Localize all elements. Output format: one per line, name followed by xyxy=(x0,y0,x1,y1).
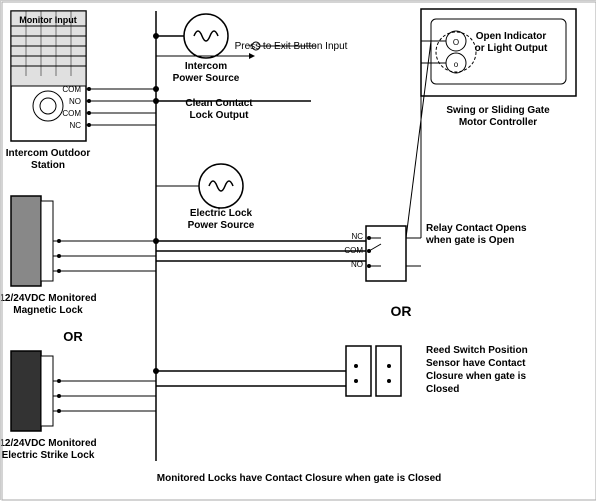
svg-text:Intercom Outdoor: Intercom Outdoor xyxy=(6,148,91,159)
svg-text:Relay Contact Opens: Relay Contact Opens xyxy=(426,223,527,234)
svg-text:Closure when gate is: Closure when gate is xyxy=(426,371,526,382)
svg-text:Magnetic Lock: Magnetic Lock xyxy=(13,305,83,316)
svg-text:Monitored Locks have Contact C: Monitored Locks have Contact Closure whe… xyxy=(157,473,442,484)
svg-text:Electric Lock: Electric Lock xyxy=(190,208,253,219)
svg-text:Intercom: Intercom xyxy=(185,61,227,72)
svg-text:OR: OR xyxy=(63,329,83,344)
svg-text:COM: COM xyxy=(62,109,81,118)
svg-text:NO: NO xyxy=(69,97,81,106)
svg-text:Lock Output: Lock Output xyxy=(190,110,250,121)
wiring-diagram: Monitor Input COM NO COM NC Intercom Out… xyxy=(0,0,596,500)
svg-text:Motor Controller: Motor Controller xyxy=(459,117,537,128)
svg-text:12/24VDC Monitored: 12/24VDC Monitored xyxy=(1,438,97,449)
svg-text:Closed: Closed xyxy=(426,384,459,395)
svg-text:OR: OR xyxy=(391,303,412,319)
svg-text:NC: NC xyxy=(69,121,81,130)
svg-text:Open Indicator: Open Indicator xyxy=(476,31,547,42)
svg-text:Reed Switch Position: Reed Switch Position xyxy=(426,345,528,356)
svg-text:Clean Contact: Clean Contact xyxy=(185,98,253,109)
svg-text:Station: Station xyxy=(31,160,65,171)
svg-text:COM: COM xyxy=(62,85,81,94)
svg-text:Power Source: Power Source xyxy=(188,220,255,231)
svg-text:Power Source: Power Source xyxy=(173,73,240,84)
svg-text:when gate is Open: when gate is Open xyxy=(425,235,514,246)
svg-text:or Light Output: or Light Output xyxy=(475,43,548,54)
svg-text:NC: NC xyxy=(351,232,363,241)
svg-text:o: o xyxy=(454,60,459,69)
svg-text:Swing or Sliding Gate: Swing or Sliding Gate xyxy=(446,105,550,116)
svg-text:Electric Strike Lock: Electric Strike Lock xyxy=(2,450,95,461)
svg-text:Monitor Input: Monitor Input xyxy=(19,15,76,25)
svg-text:12/24VDC Monitored: 12/24VDC Monitored xyxy=(1,293,97,304)
svg-text:O: O xyxy=(453,38,459,47)
svg-text:Sensor have Contact: Sensor have Contact xyxy=(426,358,526,369)
